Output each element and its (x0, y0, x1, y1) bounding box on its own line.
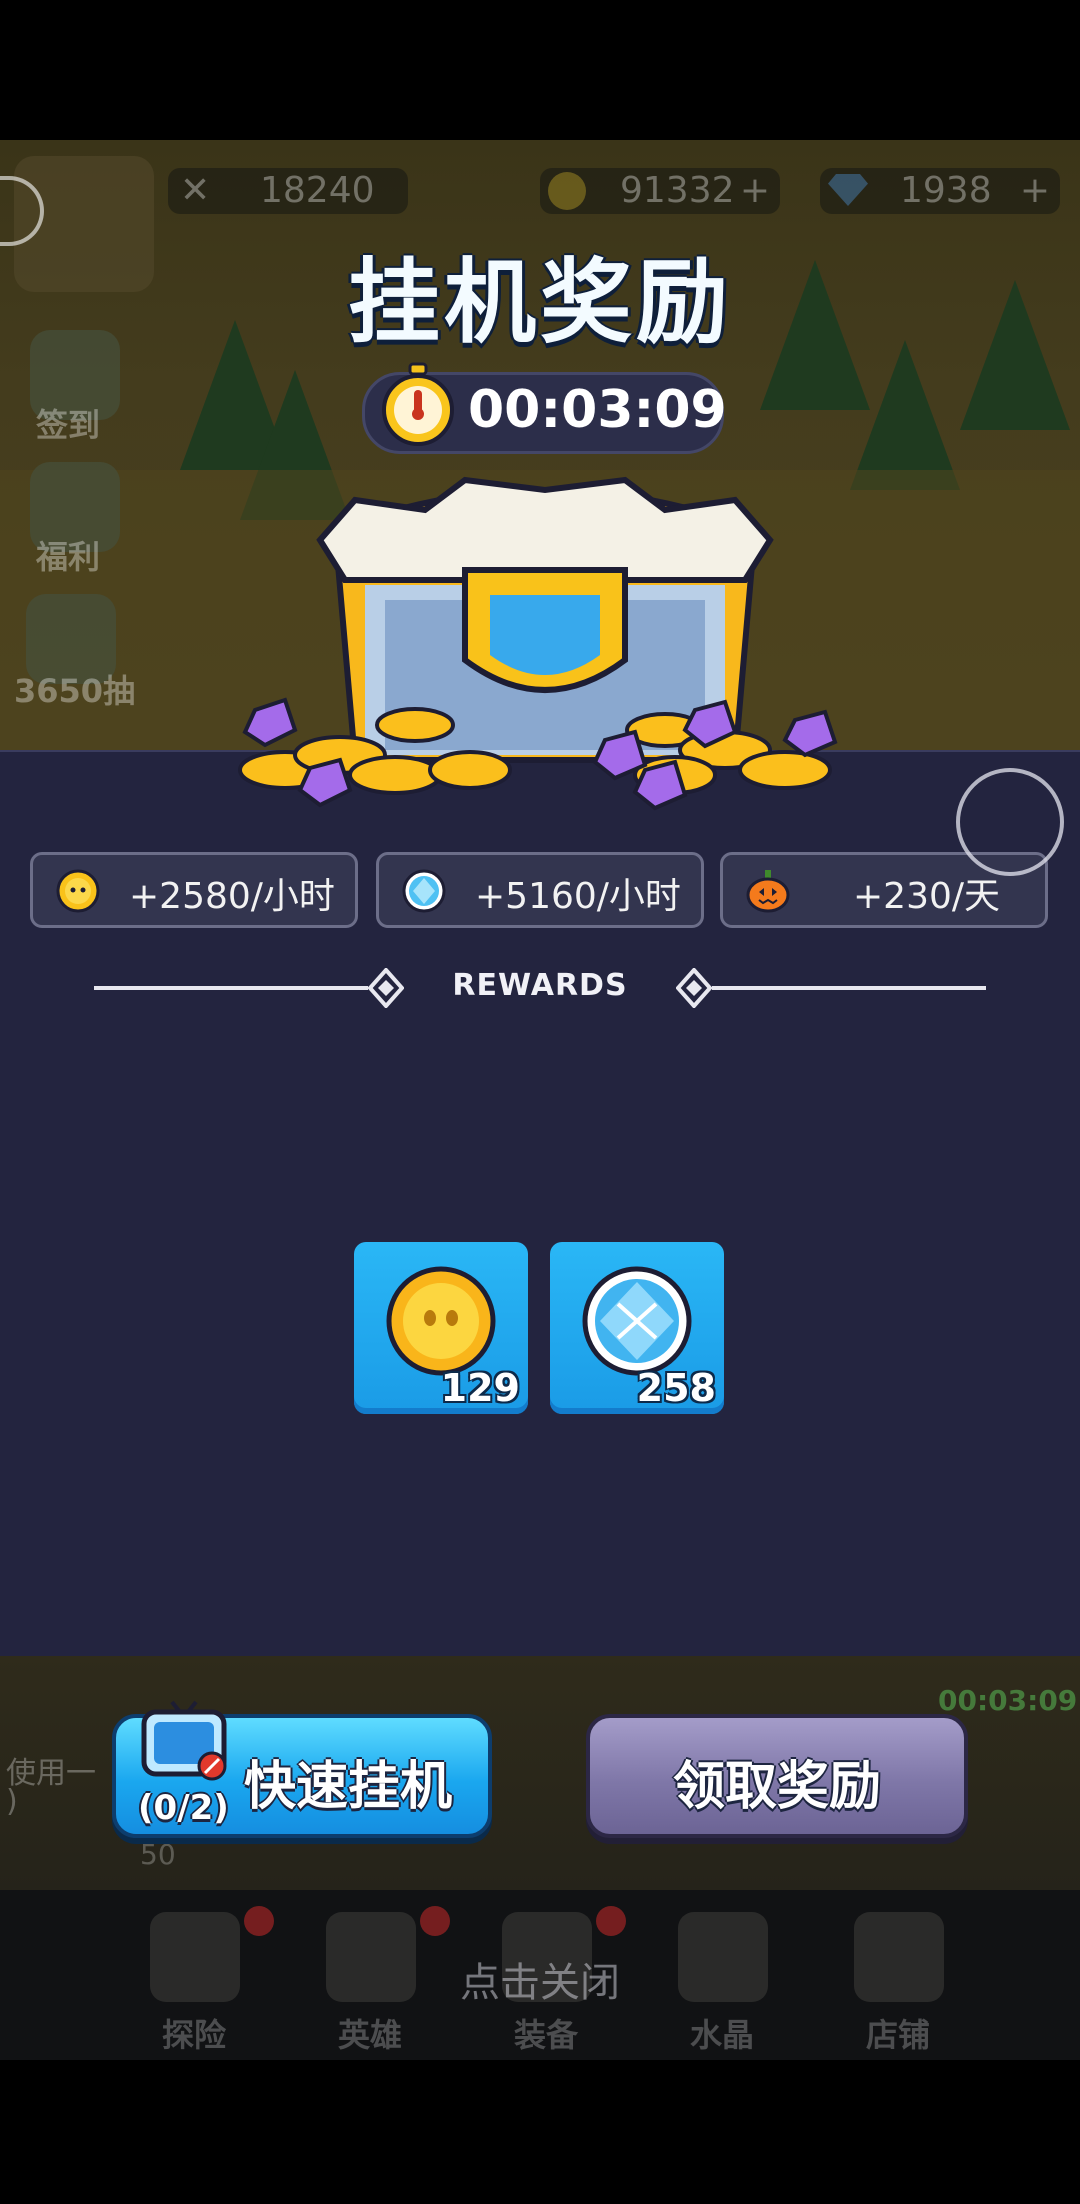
tv-icon (141, 1700, 227, 1781)
idle-timer: 00:03:09 (468, 380, 727, 440)
welfare-label: 福利 (36, 538, 101, 576)
mini-timer: 00:03:09 (938, 1684, 1078, 1717)
notification-dot (596, 1906, 626, 1936)
power-value: 18240 (260, 170, 375, 211)
quick-idle-label: 快速挂机 (244, 1757, 453, 1817)
gem-rate-text: +5160/小时 (475, 876, 681, 917)
divider-line-left (94, 986, 368, 990)
stopwatch-icon (382, 362, 454, 446)
pumpkin-rate-text: +230/天 (853, 876, 1001, 917)
claim-rewards-button[interactable]: 领取奖励 (586, 1714, 968, 1838)
rewards-heading: REWARDS (452, 968, 628, 1003)
system-nav-area (0, 2060, 1080, 2204)
gold-display: 91332 + (540, 168, 780, 214)
hint-text: 使用一 (6, 1756, 96, 1791)
checkin-label: 签到 (36, 406, 101, 444)
gold-rate-text: +2580/小时 (129, 876, 335, 917)
gold-coin-icon (386, 1266, 496, 1376)
sword-icon: ✕ (180, 170, 211, 211)
diamond-ornament-icon (676, 968, 712, 1008)
gold-value: 91332 (620, 170, 735, 211)
pumpkin-icon (746, 870, 790, 913)
nav-item-crystal[interactable]: 水晶 (690, 2010, 754, 2056)
reward-tile-gold[interactable]: 129 (354, 1242, 528, 1414)
gem-rate-stat: +5160/小时 (376, 852, 704, 928)
gem-value: 1938 (900, 170, 992, 211)
crystal-reward-count: 258 (636, 1366, 716, 1410)
treasure-chest-icon (238, 476, 838, 811)
reward-tile-crystal[interactable]: 258 (550, 1242, 724, 1414)
notification-dot (244, 1906, 274, 1936)
gold-reward-count: 129 (440, 1366, 520, 1410)
crystal-gem-icon (402, 869, 446, 913)
nav-item-shop[interactable]: 店铺 (866, 2010, 930, 2056)
divider-line-right (712, 986, 986, 990)
quick-idle-counter: (0/2) (138, 1788, 229, 1828)
nav-item-equipment[interactable]: 装备 (514, 2010, 578, 2056)
power-display: ✕ 18240 (168, 168, 408, 214)
nav-item-adventure[interactable]: 探险 (162, 2010, 226, 2056)
gold-rate-stat: +2580/小时 (30, 852, 358, 928)
quick-idle-button[interactable]: 快速挂机 (0/2) (112, 1700, 492, 1838)
gold-coin-icon (56, 869, 100, 913)
add-gold-icon[interactable]: + (740, 168, 770, 214)
nav-item-hero[interactable]: 英雄 (338, 2010, 402, 2056)
diamond-icon (828, 174, 868, 206)
cost-value: 50 (140, 1838, 176, 1871)
status-bar-area (0, 0, 1080, 140)
gem-display: 1938 + (820, 168, 1060, 214)
tree-decoration (850, 340, 960, 490)
tap-to-close-hint[interactable]: 点击关闭 (0, 1950, 1080, 2008)
crystal-gem-icon (582, 1266, 692, 1376)
gold-coin-icon (548, 172, 586, 210)
touch-indicator (956, 768, 1064, 876)
draw-label: 3650抽 (14, 672, 136, 710)
claim-rewards-label: 领取奖励 (672, 1757, 881, 1817)
diamond-ornament-icon (368, 968, 404, 1008)
add-gem-icon[interactable]: + (1020, 168, 1050, 214)
dialog-title: 挂机奖励 (347, 249, 732, 356)
notification-dot (420, 1906, 450, 1936)
hint-text-close: ) (6, 1784, 18, 1819)
